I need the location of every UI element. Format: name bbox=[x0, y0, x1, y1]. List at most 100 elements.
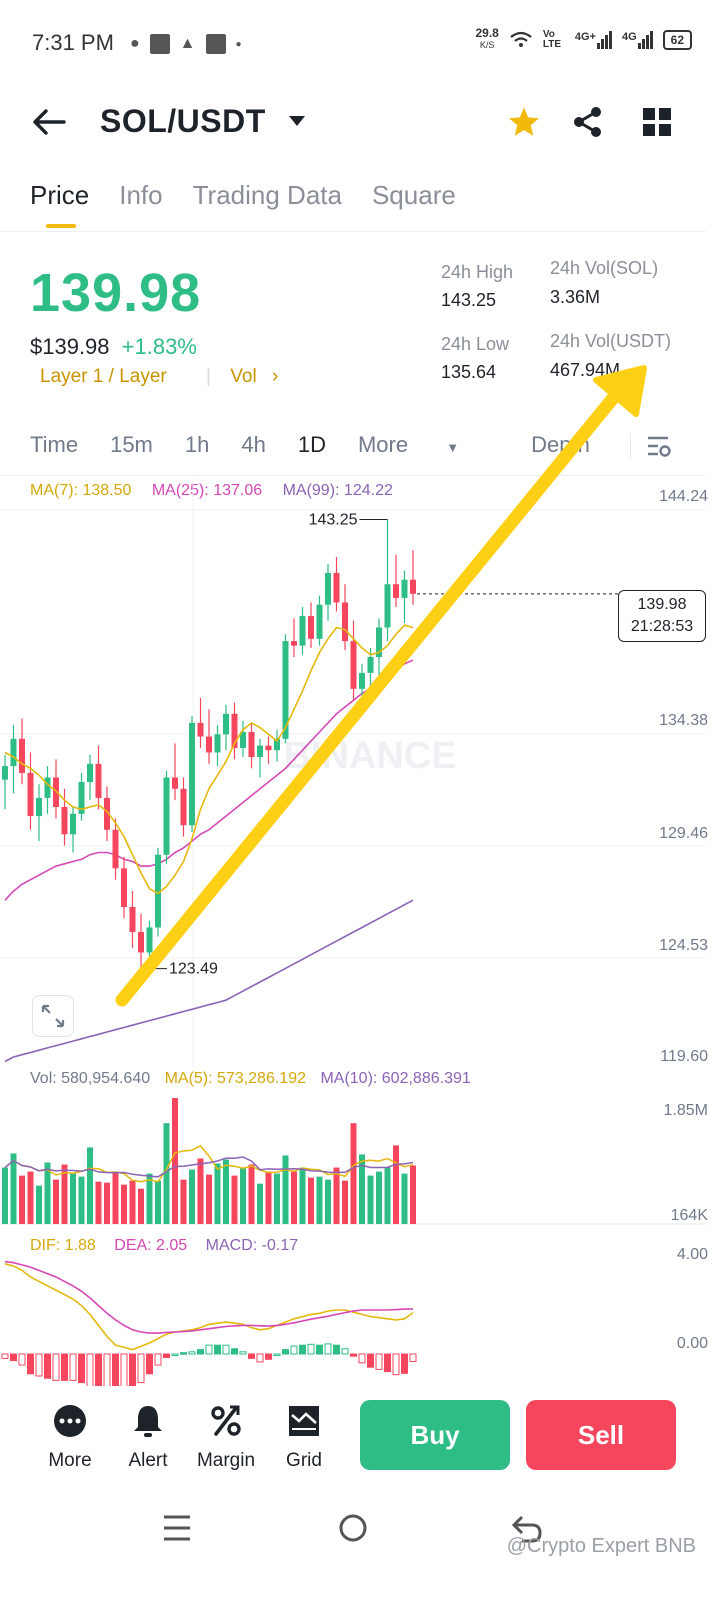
macd-histogram-bar bbox=[44, 1353, 51, 1379]
margin-action[interactable]: Margin bbox=[186, 1402, 266, 1472]
candle-body bbox=[87, 763, 93, 782]
volume-bar bbox=[223, 1159, 229, 1224]
tab-trading-data[interactable]: Trading Data bbox=[193, 180, 342, 211]
candle-body bbox=[316, 604, 323, 639]
candle-body bbox=[384, 584, 391, 628]
volume-bar bbox=[95, 1181, 102, 1224]
more-action[interactable]: More bbox=[30, 1402, 110, 1472]
interval-15m[interactable]: 15m bbox=[110, 432, 153, 458]
volume-bar bbox=[146, 1173, 153, 1224]
volume-bar bbox=[36, 1185, 42, 1224]
category-tag[interactable]: Layer 1 / Layer bbox=[40, 366, 167, 387]
volume-bar bbox=[197, 1158, 204, 1224]
recent-apps-icon[interactable] bbox=[164, 1515, 190, 1541]
back-arrow-icon[interactable] bbox=[32, 108, 66, 136]
home-icon[interactable] bbox=[339, 1514, 367, 1542]
sell-button[interactable]: Sell bbox=[526, 1400, 676, 1470]
vol-usdt-label: 24h Vol(USDT) bbox=[550, 331, 672, 351]
dropdown-triangle-icon[interactable] bbox=[288, 114, 306, 128]
volume-bar bbox=[78, 1176, 85, 1224]
tab-info[interactable]: Info bbox=[119, 180, 162, 211]
chevron-right-icon: › bbox=[271, 366, 279, 387]
vol-usdt-value: 467.94M bbox=[550, 360, 621, 380]
pair-title[interactable]: SOL/USDT bbox=[100, 103, 266, 140]
usd-price-row: $139.98 +1.83% bbox=[30, 334, 197, 360]
macd-histogram-bar bbox=[384, 1353, 391, 1373]
candle-body bbox=[214, 734, 221, 753]
interval-1h[interactable]: 1h bbox=[185, 432, 209, 458]
tab-square[interactable]: Square bbox=[372, 180, 456, 211]
interval-1d[interactable]: 1D bbox=[298, 432, 326, 458]
volume-bar bbox=[53, 1179, 59, 1224]
expand-icon bbox=[41, 1004, 65, 1028]
fullscreen-button[interactable] bbox=[32, 995, 74, 1037]
candle-body bbox=[163, 777, 170, 855]
vol-tag[interactable]: Vol bbox=[230, 366, 256, 387]
macd-histogram-bar bbox=[358, 1353, 366, 1364]
volume-bar bbox=[291, 1171, 297, 1224]
price-change: +1.83% bbox=[121, 334, 197, 359]
candle-body bbox=[206, 736, 212, 753]
share-icon[interactable] bbox=[572, 106, 604, 138]
usd-price: $139.98 bbox=[30, 334, 110, 359]
tab-price[interactable]: Price bbox=[30, 180, 89, 228]
candle-body bbox=[257, 745, 263, 757]
tags-row: Layer 1 / Layer | Vol › bbox=[40, 366, 278, 388]
macd-histogram-bar bbox=[214, 1344, 221, 1355]
volume-bar bbox=[138, 1188, 144, 1224]
macd-histogram-bar bbox=[401, 1353, 408, 1374]
macd-chart bbox=[1, 1260, 417, 1386]
macd-histogram-bar bbox=[367, 1353, 374, 1368]
macd-histogram-bar bbox=[409, 1353, 417, 1362]
macd-histogram-bar bbox=[112, 1353, 119, 1386]
signal-2: 4G bbox=[621, 30, 653, 49]
macd-histogram-bar bbox=[52, 1353, 60, 1381]
macd-histogram-bar bbox=[10, 1353, 17, 1362]
volume-bar bbox=[350, 1123, 357, 1224]
high-label: 24h High bbox=[441, 262, 514, 282]
low-marker-label: 123.49 bbox=[169, 961, 218, 978]
macd-histogram-bar bbox=[265, 1353, 272, 1360]
battery-indicator: 62 bbox=[662, 29, 692, 50]
macd-histogram-bar bbox=[1, 1353, 9, 1359]
volume-bar bbox=[19, 1175, 25, 1224]
macd-histogram-bar bbox=[290, 1345, 298, 1355]
candle-body bbox=[410, 579, 416, 594]
candle-body bbox=[44, 777, 51, 798]
macd-histogram-bar bbox=[78, 1353, 85, 1384]
chart-settings-icon[interactable] bbox=[646, 434, 672, 460]
alert-action[interactable]: Alert bbox=[108, 1402, 188, 1472]
net-speed: 29.8 K/S bbox=[475, 27, 498, 51]
volume-bar bbox=[274, 1173, 280, 1224]
network-type-2: 4G bbox=[621, 30, 637, 43]
buy-button[interactable]: Buy bbox=[360, 1400, 510, 1470]
grid-action[interactable]: Grid bbox=[264, 1402, 344, 1472]
app-icon bbox=[205, 34, 226, 54]
macd-histogram-bar bbox=[333, 1344, 340, 1355]
candle-body bbox=[36, 797, 42, 817]
volte-label: Vo LTE bbox=[542, 28, 561, 50]
candle-body bbox=[248, 732, 255, 757]
volume-bar bbox=[325, 1179, 331, 1224]
interval-4h[interactable]: 4h bbox=[241, 432, 265, 458]
interval-more[interactable]: More ▼ bbox=[358, 432, 491, 458]
network-type-1: 4G+ bbox=[574, 30, 596, 43]
volume-bar bbox=[401, 1173, 408, 1224]
candlestick-chart[interactable]: BINANCE 143.25 123.49 bbox=[0, 478, 706, 1068]
interval-time[interactable]: Time bbox=[30, 432, 78, 458]
macd-histogram-bar bbox=[146, 1353, 153, 1375]
star-icon[interactable] bbox=[507, 106, 541, 138]
volume-bar bbox=[121, 1184, 127, 1224]
macd-histogram-bar bbox=[307, 1343, 315, 1355]
candle-body bbox=[2, 766, 8, 780]
grid-icon[interactable] bbox=[642, 107, 672, 137]
high-marker-label: 143.25 bbox=[309, 512, 358, 529]
volume-bar bbox=[367, 1175, 374, 1224]
candle-body bbox=[138, 932, 144, 953]
volume-bar bbox=[104, 1182, 110, 1224]
volume-bar bbox=[282, 1155, 289, 1224]
bell-icon bbox=[134, 1406, 162, 1437]
candle-body bbox=[359, 672, 365, 689]
chart-watermark: BINANCE bbox=[283, 735, 456, 777]
interval-depth[interactable]: Depth bbox=[531, 432, 590, 458]
